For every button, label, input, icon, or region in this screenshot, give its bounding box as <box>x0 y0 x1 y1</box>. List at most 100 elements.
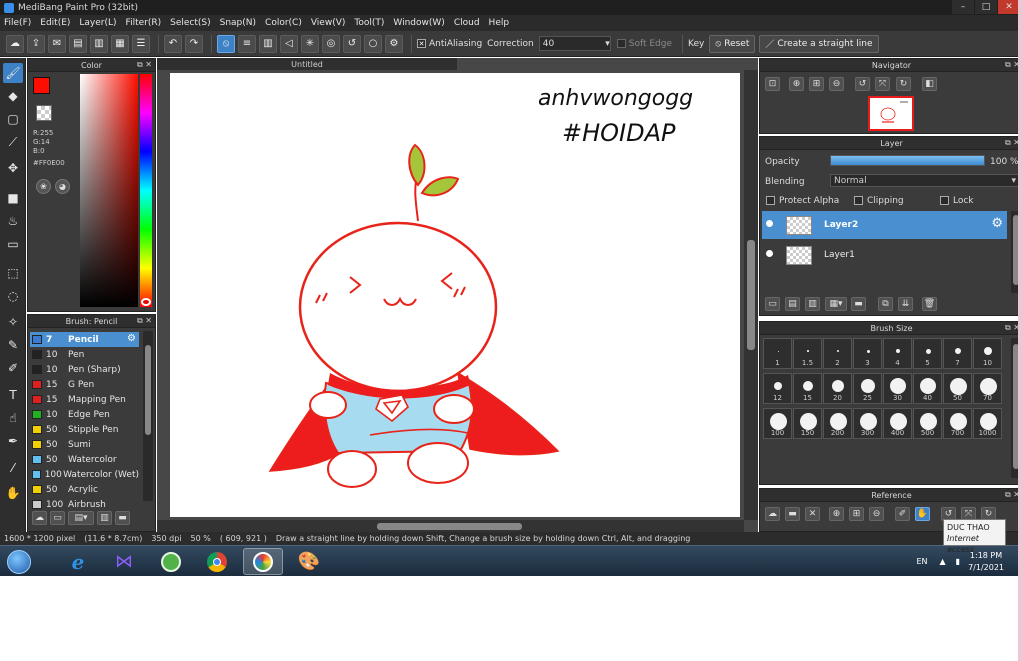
brush-list-scrollbar[interactable] <box>143 331 153 501</box>
panel-controls-icon[interactable]: ⧉ ✕ <box>137 60 152 70</box>
redo-icon[interactable]: ↷ <box>185 34 203 53</box>
visibility-eye-icon[interactable] <box>766 220 773 227</box>
canvas-vertical-scrollbar[interactable] <box>744 70 758 520</box>
brush-size-preset[interactable]: 40 <box>913 373 942 404</box>
navigator-flip-horizontal-icon[interactable]: ◧ <box>922 77 937 91</box>
brush-size-preset[interactable]: 300 <box>853 408 882 439</box>
brush-size-preset[interactable]: 200 <box>823 408 852 439</box>
antialiasing-checkbox[interactable] <box>417 39 426 48</box>
operation-tool-icon[interactable]: ☝ <box>3 408 23 428</box>
curve-snap-icon[interactable]: ↺ <box>343 34 361 53</box>
add-layer-menu-icon[interactable]: ▦▾ <box>825 297 847 311</box>
new-8bit-layer-icon[interactable]: ▥ <box>805 297 820 311</box>
hue-slider-handle[interactable] <box>141 298 151 306</box>
speech-bubble-icon[interactable]: ▤ <box>69 34 87 53</box>
paint-taskbar-icon[interactable]: 🎨 <box>289 548 329 575</box>
shape-tool-icon[interactable]: ▢ <box>3 109 23 129</box>
brush-size-preset[interactable]: 100 <box>763 408 792 439</box>
brush-size-preset[interactable]: 70 <box>973 373 1002 404</box>
add-brush-icon[interactable]: ▤▾ <box>68 511 94 525</box>
close-button[interactable]: ✕ <box>998 0 1020 14</box>
radial-snap-icon[interactable]: ✳ <box>301 34 319 53</box>
merge-layer-icon[interactable]: ⇊ <box>898 297 913 311</box>
brush-cloud-icon[interactable]: ☁ <box>32 511 47 525</box>
internet-explorer-taskbar-icon[interactable]: e <box>58 548 98 575</box>
create-straight-line-button[interactable]: ／ Create a straight line <box>759 34 879 53</box>
artboard[interactable]: anhvwongogg #HOIDAP <box>170 73 740 517</box>
menu-cloud[interactable]: Cloud <box>454 18 480 28</box>
menu-help[interactable]: Help <box>489 18 510 28</box>
brush-item[interactable]: 10 Edge Pen <box>30 407 139 422</box>
share-icon[interactable]: ⇪ <box>27 34 45 53</box>
transparent-color-swatch[interactable] <box>36 105 52 121</box>
brush-item[interactable]: 50 Watercolor <box>30 452 139 467</box>
eyedropper-tool-icon[interactable]: ⁄ <box>3 458 23 478</box>
brush-size-preset[interactable]: 12 <box>763 373 792 404</box>
layer-row-layer2[interactable]: Layer2 ⚙ <box>762 211 1007 239</box>
menu-tool[interactable]: Tool(T) <box>354 18 384 28</box>
saturation-value-picker[interactable] <box>80 74 138 307</box>
comment-icon[interactable]: ✉ <box>48 34 66 53</box>
vanishing-point-snap-icon[interactable]: ◁ <box>280 34 298 53</box>
new-brush-icon[interactable]: ▭ <box>50 511 65 525</box>
select-rect-tool-icon[interactable]: ⬚ <box>3 263 23 283</box>
maximize-button[interactable]: □ <box>975 0 997 14</box>
blending-select[interactable]: Normal ▾ <box>830 174 1020 187</box>
document-icon[interactable]: ▥ <box>90 34 108 53</box>
canvas-horizontal-scrollbar[interactable] <box>157 520 744 532</box>
eraser-tool-icon[interactable]: ◆ <box>3 86 23 106</box>
hue-slider[interactable] <box>140 74 152 307</box>
brush-settings-gear-icon[interactable]: ⚙ <box>127 333 136 344</box>
brush-item[interactable]: 15 G Pen <box>30 377 139 392</box>
navigator-flip-icon[interactable]: ⤧ <box>875 77 890 91</box>
reset-button[interactable]: ⦸ Reset <box>709 34 756 53</box>
brush-folder-icon[interactable]: ▬ <box>115 511 130 525</box>
delete-layer-trash-icon[interactable]: 🗑 <box>922 297 937 311</box>
brush-size-preset[interactable]: 50 <box>943 373 972 404</box>
brush-size-preset[interactable]: 1.5 <box>793 338 822 369</box>
brush-item[interactable]: 50 Stipple Pen <box>30 422 139 437</box>
brush-size-preset[interactable]: 2 <box>823 338 852 369</box>
magic-wand-tool-icon[interactable]: ✧ <box>3 312 23 332</box>
navigator-zoom-in-icon[interactable]: ⊕ <box>789 77 804 91</box>
tray-arrow-icon[interactable]: ▲ <box>940 557 946 566</box>
layer-folder-icon[interactable]: ▬ <box>851 297 866 311</box>
menu-view[interactable]: View(V) <box>311 18 346 28</box>
brush-size-preset[interactable]: 15 <box>793 373 822 404</box>
brush-size-preset[interactable]: 10 <box>973 338 1002 369</box>
snap-settings-gear-icon[interactable]: ⚙ <box>385 34 403 53</box>
crisscross-snap-icon[interactable]: ▥ <box>259 34 277 53</box>
brush-item[interactable]: 100 Watercolor (Wet) <box>30 467 139 482</box>
lock-checkbox[interactable] <box>940 196 949 205</box>
line-tool-icon[interactable]: ⟋ <box>3 132 23 152</box>
brush-size-preset[interactable]: 700 <box>943 408 972 439</box>
reference-hand-icon[interactable]: ✋ <box>915 507 930 521</box>
brush-item[interactable]: 10 Pen <box>30 347 139 362</box>
reference-zoom-out-icon[interactable]: ⊖ <box>869 507 884 521</box>
brush-item[interactable]: 7 Pencil ⚙ <box>30 332 139 347</box>
menu-window[interactable]: Window(W) <box>393 18 444 28</box>
navigator-rotate-left-icon[interactable]: ↺ <box>855 77 870 91</box>
menu-layer[interactable]: Layer(L) <box>79 18 116 28</box>
menu-snap[interactable]: Snap(N) <box>220 18 256 28</box>
navigator-fit-icon[interactable]: ⊞ <box>809 77 824 91</box>
brush-size-preset[interactable]: 1 <box>763 338 792 369</box>
brush-item[interactable]: 10 Pen (Sharp) <box>30 362 139 377</box>
brush-size-preset[interactable]: 500 <box>913 408 942 439</box>
move-tool-icon[interactable]: ✥ <box>3 158 23 178</box>
opacity-slider[interactable] <box>830 155 985 166</box>
brush-size-preset[interactable]: 20 <box>823 373 852 404</box>
coccoc-browser-taskbar-icon[interactable] <box>151 548 191 575</box>
brush-item[interactable]: 100 Airbrush <box>30 497 139 512</box>
foreground-color-swatch[interactable] <box>33 77 50 94</box>
brush-size-preset[interactable]: 400 <box>883 408 912 439</box>
brush-item[interactable]: 50 Acrylic <box>30 482 139 497</box>
menu-file[interactable]: File(F) <box>4 18 31 28</box>
menu-filter[interactable]: Filter(R) <box>126 18 162 28</box>
reference-fit-icon[interactable]: ⊞ <box>849 507 864 521</box>
menu-select[interactable]: Select(S) <box>170 18 211 28</box>
text-tool-icon[interactable]: T <box>3 385 23 405</box>
reference-cloud-icon[interactable]: ☁ <box>765 507 780 521</box>
language-indicator[interactable]: EN <box>916 557 927 566</box>
visibility-eye-icon[interactable] <box>766 250 773 257</box>
